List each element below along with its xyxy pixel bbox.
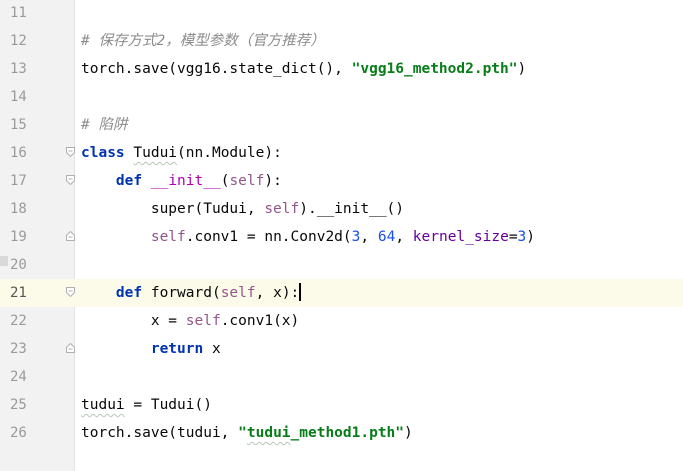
code-token: tudui xyxy=(81,397,125,413)
code-token: " xyxy=(238,425,247,441)
code-token: self xyxy=(220,285,256,301)
code-token: self xyxy=(229,173,265,189)
code-token: return xyxy=(150,341,204,357)
line-number: 20 xyxy=(10,257,27,273)
code-token: # 保存方式2，模型参数（官方推荐） xyxy=(81,33,325,49)
code-token: ).__init__() xyxy=(299,201,405,217)
code-token: kernel_size xyxy=(412,229,509,245)
code-token: x = xyxy=(81,313,186,329)
line-code: torch.save(tudui, "tudui_method1.pth") xyxy=(81,419,413,447)
code-line[interactable]: 13 torch.save(vgg16.state_dict(), "vgg16_… xyxy=(0,55,683,83)
code-line[interactable]: 26 torch.save(tudui, "tudui_method1.pth") xyxy=(0,419,683,447)
code-line[interactable]: 17 def __init__(self): xyxy=(0,167,683,195)
line-code: self.conv1 = nn.Conv2d( 3, 64, kernel_siz… xyxy=(81,223,535,251)
code-token: = xyxy=(508,229,518,245)
line-code: def __init__(self): xyxy=(81,167,282,195)
code-line[interactable]: 22 x = self.conv1(x) xyxy=(0,307,683,335)
line-code: return x xyxy=(81,335,221,363)
code-token: ): xyxy=(264,173,282,189)
code-line[interactable]: 24 xyxy=(0,363,683,391)
code-line[interactable]: 16 class Tudui(nn.Module): xyxy=(0,139,683,167)
line-number: 26 xyxy=(10,425,27,441)
line-code: def forward(self, x): xyxy=(81,279,302,307)
code-token: torch.save(vgg16.state_dict(), xyxy=(81,61,352,77)
code-token: , xyxy=(395,229,413,245)
line-number: 25 xyxy=(10,397,27,413)
code-token: 3 xyxy=(517,229,527,245)
code-token: def xyxy=(115,173,143,189)
fold-open-icon[interactable] xyxy=(66,147,75,157)
code-token: = Tudui() xyxy=(124,397,212,413)
code-token: def xyxy=(115,285,143,301)
line-code: # 陷阱 xyxy=(81,111,127,139)
code-editor[interactable]: 11 12 # 保存方式2，模型参数（官方推荐） 13 torch.save(vgg16… xyxy=(0,0,683,471)
code-token: , xyxy=(360,229,378,245)
code-token: ) xyxy=(517,61,527,77)
line-code: class Tudui(nn.Module): xyxy=(81,139,282,167)
code-token: .conv1(x) xyxy=(220,313,300,329)
code-token: self xyxy=(185,313,221,329)
code-line[interactable]: 21 def forward(self, x): xyxy=(0,279,683,307)
code-line[interactable]: 19 self.conv1 = nn.Conv2d( 3, 64, kernel_… xyxy=(0,223,683,251)
code-token: torch.save(tudui, xyxy=(81,425,239,441)
line-code: super(Tudui, self).__init__() xyxy=(81,195,404,223)
code-line[interactable]: 20 xyxy=(0,251,683,279)
line-number: 12 xyxy=(10,33,27,49)
code-token: ) xyxy=(526,229,536,245)
code-line[interactable]: 14 xyxy=(0,83,683,111)
line-code: # 保存方式2，模型参数（官方推荐） xyxy=(81,27,325,55)
code-token: x xyxy=(203,341,221,357)
fold-open-icon[interactable] xyxy=(66,175,75,185)
code-token: ) xyxy=(404,425,413,441)
code-token: class xyxy=(81,145,125,161)
code-token: 64 xyxy=(377,229,396,245)
code-line[interactable]: 11 xyxy=(0,0,683,27)
code-token: super(Tudui, xyxy=(81,201,265,217)
code-token: _method1.pth" xyxy=(290,425,405,441)
code-token: # 陷阱 xyxy=(81,117,128,133)
code-token: self xyxy=(264,201,300,217)
code-token: forward( xyxy=(142,285,221,301)
line-code: x = self.conv1(x) xyxy=(81,307,299,335)
text-caret xyxy=(299,283,302,301)
code-line[interactable]: 12 # 保存方式2，模型参数（官方推荐） xyxy=(0,27,683,55)
line-number: 14 xyxy=(10,89,27,105)
code-token: Tudui xyxy=(133,145,178,161)
code-line[interactable]: 18 super(Tudui, self).__init__() xyxy=(0,195,683,223)
fold-close-icon[interactable] xyxy=(66,231,75,241)
line-number: 17 xyxy=(10,173,27,189)
code-line[interactable]: 23 return x xyxy=(0,335,683,363)
line-code: tudui = Tudui() xyxy=(81,391,212,419)
code-token: , x): xyxy=(255,285,300,301)
line-code: torch.save(vgg16.state_dict(), "vgg16_me… xyxy=(81,55,526,83)
line-number: 19 xyxy=(10,229,27,245)
fold-close-icon[interactable] xyxy=(66,343,75,353)
code-token: .conv1 = nn.Conv2d( xyxy=(185,229,352,245)
line-number: 11 xyxy=(10,5,27,21)
code-line[interactable]: 25 tudui = Tudui() xyxy=(0,391,683,419)
line-number: 24 xyxy=(10,369,27,385)
line-number: 13 xyxy=(10,61,27,77)
line-number: 18 xyxy=(10,201,27,217)
code-token: tudui xyxy=(246,425,291,441)
line-number: 16 xyxy=(10,145,27,161)
line-number: 23 xyxy=(10,341,27,357)
code-token: __init__ xyxy=(150,173,221,189)
code-token: "vgg16_method2.pth" xyxy=(351,61,518,77)
line-number: 15 xyxy=(10,117,27,133)
code-token: self xyxy=(150,229,186,245)
line-number: 21 xyxy=(0,279,70,307)
code-token: (nn.Module): xyxy=(177,145,282,161)
fold-open-icon[interactable] xyxy=(66,287,75,297)
code-line[interactable]: 15 # 陷阱 xyxy=(0,111,683,139)
line-number: 22 xyxy=(10,313,27,329)
